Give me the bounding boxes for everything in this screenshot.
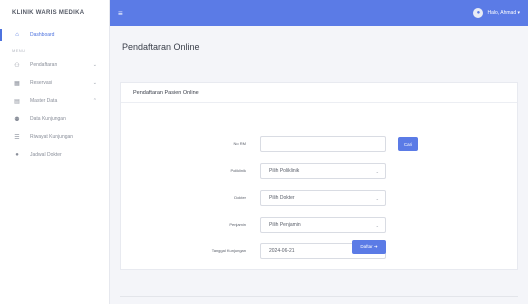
chevron-down-icon: ⌄: [375, 168, 379, 174]
database-icon: ▤: [14, 98, 20, 105]
penjamin-label: Penjamin: [229, 222, 246, 227]
poliklinik-select[interactable]: Pilih Poliklinik ⌄: [260, 163, 386, 179]
footer-divider: [120, 296, 518, 297]
sidebar-item-master-data[interactable]: ▤ Master Data ⌃: [0, 92, 109, 110]
users-icon: ⚉: [14, 116, 20, 123]
topbar: ≡ ● Halo, Ahmad ▾: [110, 0, 528, 26]
avatar: ●: [473, 8, 484, 18]
sidebar-item-reservasi[interactable]: ▦ Reservasi ⌄: [0, 74, 109, 92]
user-menu-label: Halo, Ahmad ▾: [487, 10, 520, 16]
sidebar-item-label: Riwayat Kunjungan: [30, 134, 74, 140]
poliklinik-label: Poliklinik: [230, 168, 246, 173]
calendar-icon: ▦: [14, 80, 20, 87]
dokter-select-value: Pilih Dokter: [269, 195, 295, 201]
menu-toggle-icon[interactable]: ≡: [118, 9, 123, 18]
sidebar-item-data-kunjungan[interactable]: ⚉ Data Kunjungan: [0, 110, 109, 128]
penjamin-select[interactable]: Pilih Penjamin ⌄: [260, 217, 386, 233]
sidebar-item-dashboard[interactable]: ⌂ Dashboard: [0, 26, 109, 44]
user-menu[interactable]: ● Halo, Ahmad ▾: [473, 8, 520, 18]
daftar-button[interactable]: Daftar ➔: [352, 240, 386, 254]
no-rm-label: No RM: [233, 141, 246, 146]
dokter-label: Dokter: [234, 195, 246, 200]
sidebar-item-pendaftaran[interactable]: ⚇ Pendaftaran ⌄: [0, 56, 109, 74]
sidebar-item-label: Jadwal Dokter: [30, 152, 62, 158]
sidebar-item-label: Reservasi: [30, 80, 53, 86]
card-header: Pendaftaran Pasien Online: [121, 83, 517, 103]
sidebar-item-label: Master Data: [30, 98, 58, 104]
chevron-down-icon: ⌄: [375, 222, 379, 228]
chevron-down-icon: ⌄: [92, 80, 97, 86]
dokter-select[interactable]: Pilih Dokter ⌄: [260, 190, 386, 206]
no-rm-input[interactable]: [260, 136, 386, 152]
sidebar-item-label: Data Kunjungan: [30, 116, 66, 122]
sidebar-item-label: Dashboard: [30, 32, 55, 38]
cari-button[interactable]: Cari: [398, 137, 418, 151]
chevron-up-icon: ⌃: [92, 98, 97, 104]
sidebar-item-label: Pendaftaran: [30, 62, 58, 68]
tanggal-kunjungan-label: Tanggal Kunjungan: [211, 248, 246, 253]
page-title: Pendaftaran Online: [122, 42, 200, 52]
history-icon: ☰: [14, 134, 20, 141]
user-add-icon: ⚇: [14, 62, 20, 69]
penjamin-select-value: Pilih Penjamin: [269, 222, 301, 228]
home-icon: ⌂: [15, 32, 19, 38]
chevron-down-icon: ⌄: [92, 62, 97, 68]
sidebar: KLINIK WARIS MEDIKA ⌂ Dashboard MENU ⚇ P…: [0, 0, 110, 304]
clock-icon: ●: [15, 152, 19, 158]
brand-name: KLINIK WARIS MEDIKA: [12, 10, 85, 16]
sidebar-item-jadwal-dokter[interactable]: ● Jadwal Dokter: [0, 146, 109, 164]
chevron-down-icon: ⌄: [375, 195, 379, 201]
sidebar-section-label: MENU: [12, 47, 26, 53]
poliklinik-select-value: Pilih Poliklinik: [269, 168, 300, 174]
sidebar-item-riwayat-kunjungan[interactable]: ☰ Riwayat Kunjungan: [0, 128, 109, 146]
